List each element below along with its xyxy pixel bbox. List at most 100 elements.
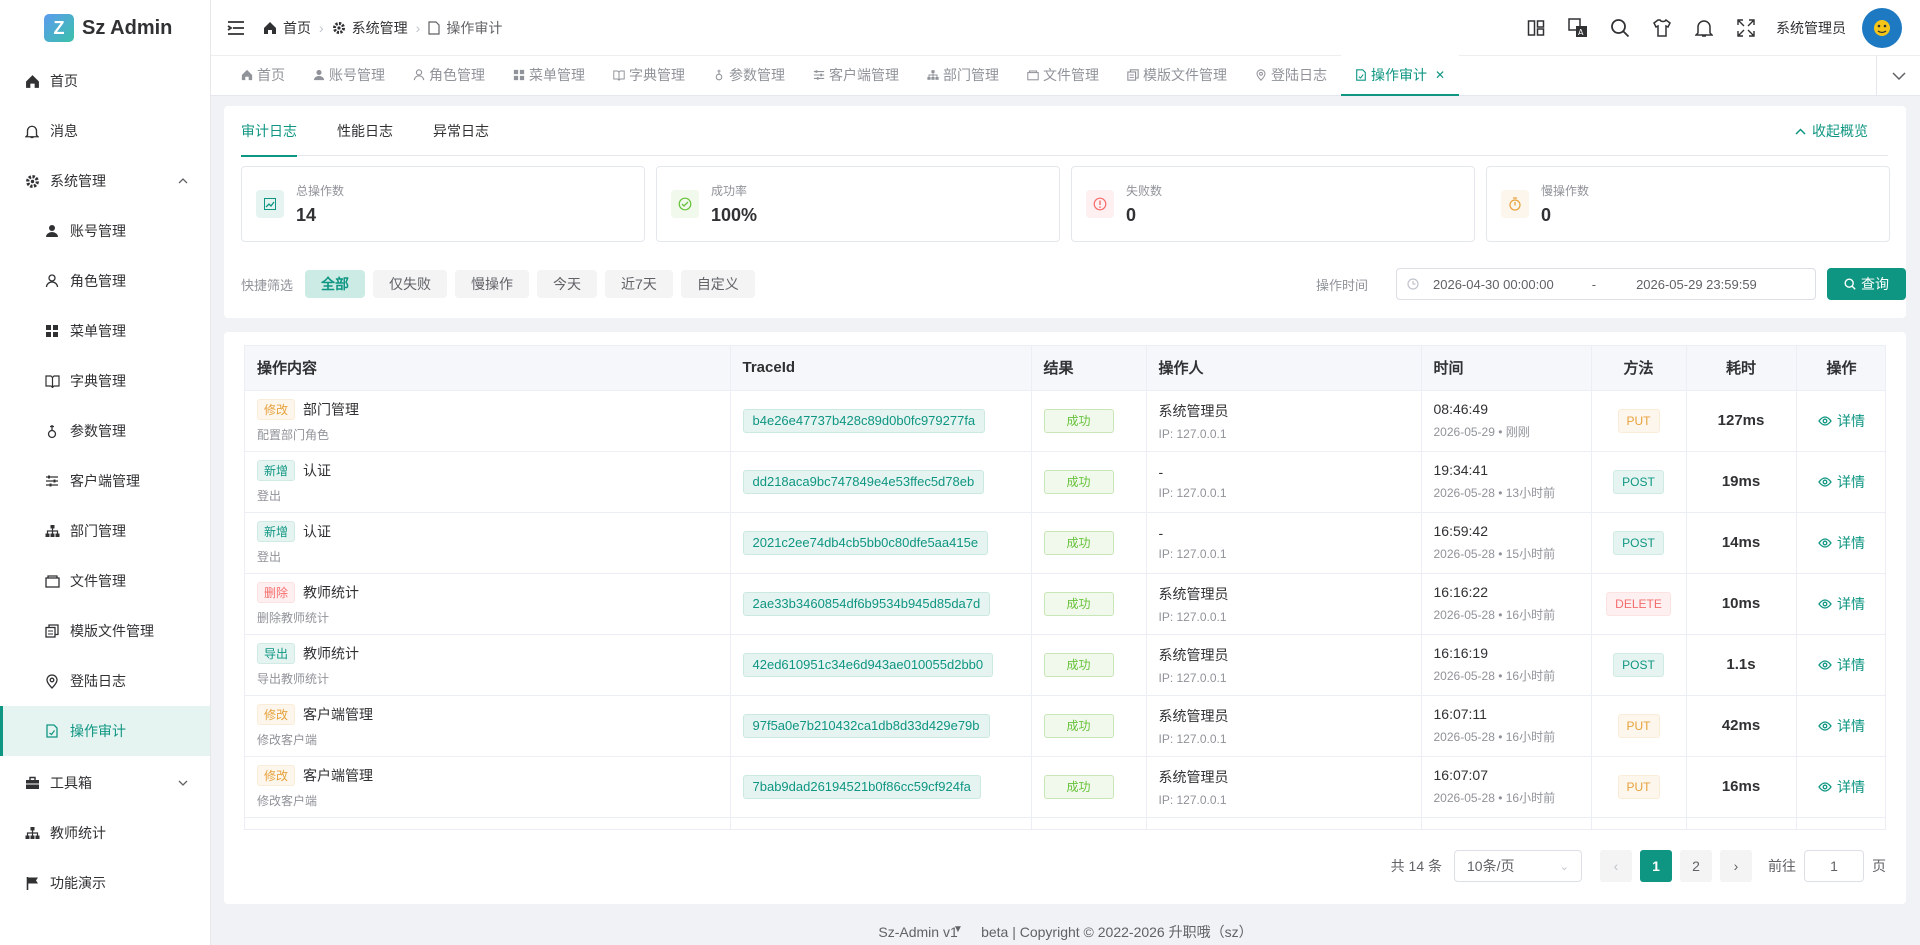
sidebar-item-10[interactable]: 文件管理 xyxy=(0,556,210,606)
table-row[interactable]: 修改 客户端管理 修改客户端 97f5a0e7b210432ca1db8d33d429… xyxy=(245,695,1885,757)
tab-6[interactable]: 客户端管理 xyxy=(799,55,913,95)
detail-button[interactable]: 详情 xyxy=(1818,411,1865,431)
sidebar-item-5[interactable]: 菜单管理 xyxy=(0,306,210,356)
sidebar-item-1[interactable]: 消息 xyxy=(0,106,210,156)
table-header: 操作内容 TraceId 结果 操作人 时间 方法 耗时 操作 xyxy=(245,346,1885,391)
trace-id[interactable]: 7bab9dad26194521b0f86cc59cf924fa xyxy=(742,774,981,799)
chevron-down-icon[interactable] xyxy=(1876,56,1920,96)
page-button-2[interactable]: 2 xyxy=(1680,850,1712,882)
fullscreen-icon[interactable] xyxy=(1736,18,1756,38)
tab-11[interactable]: 操作审计 ✕ xyxy=(1341,55,1460,96)
cell-result: 成功 xyxy=(1031,634,1147,696)
detail-button[interactable]: 详情 xyxy=(1818,655,1865,675)
cell-method: DELETE xyxy=(1591,573,1687,635)
trace-id[interactable]: dd218aca9bc747849e4e53ffec5d78eb xyxy=(742,469,985,494)
copy-icon xyxy=(44,623,60,639)
filter-chip-1[interactable]: 仅失败 xyxy=(373,270,448,298)
app-logo[interactable]: Z Sz Admin xyxy=(0,0,210,56)
tab-4[interactable]: 字典管理 xyxy=(599,55,699,95)
tab-performance-log[interactable]: 性能日志 xyxy=(337,106,393,156)
date-range-picker[interactable]: 2026-04-30 00:00:00 - 2026-05-29 23:59:5… xyxy=(1396,268,1816,300)
sidebar-item-14[interactable]: 工具箱 xyxy=(0,758,210,808)
sidebar-item-label: 客户端管理 xyxy=(70,473,140,489)
sidebar-item-0[interactable]: 首页 xyxy=(0,56,210,106)
user-name[interactable]: 系统管理员 xyxy=(1776,18,1846,38)
sidebar-item-7[interactable]: 参数管理 xyxy=(0,406,210,456)
sidebar-item-13[interactable]: 操作审计 xyxy=(0,706,210,756)
detail-button[interactable]: 详情 xyxy=(1818,533,1865,553)
page-button-1[interactable]: 1 xyxy=(1640,850,1672,882)
detail-button[interactable]: 详情 xyxy=(1818,716,1865,736)
table-row[interactable]: 新增 认证 登出 dd218aca9bc747849e4e53ffec5d78eb 成功… xyxy=(245,451,1885,513)
breadcrumb-item[interactable]: 系统管理 xyxy=(352,18,408,38)
filter-chip-0[interactable]: 全部 xyxy=(305,270,366,298)
sidebar-item-6[interactable]: 字典管理 xyxy=(0,356,210,406)
prev-page-button[interactable]: ‹ xyxy=(1600,850,1632,882)
operator-name: 系统管理员 xyxy=(1158,585,1229,602)
sidebar-item-12[interactable]: 登陆日志 xyxy=(0,656,210,706)
tab-5[interactable]: 参数管理 xyxy=(699,55,799,95)
tab-0[interactable]: 首页 xyxy=(227,55,299,95)
tab-9[interactable]: 模版文件管理 xyxy=(1113,55,1241,95)
tab-audit-log[interactable]: 审计日志 xyxy=(241,106,297,157)
trace-id[interactable]: 97f5a0e7b210432ca1db8d33d429e79b xyxy=(742,713,990,738)
page-size-select[interactable]: 10条/页 ⌄ xyxy=(1454,850,1582,882)
bell-icon[interactable] xyxy=(1694,18,1714,38)
avatar[interactable] xyxy=(1862,8,1902,48)
detail-button[interactable]: 详情 xyxy=(1818,594,1865,614)
param-icon xyxy=(44,423,60,439)
sidebar-item-16[interactable]: 功能演示 xyxy=(0,858,210,908)
stat-label: 慢操作数 xyxy=(1541,184,1590,198)
goto-page-input[interactable] xyxy=(1804,850,1864,882)
theme-icon[interactable] xyxy=(1652,18,1672,38)
tab-1[interactable]: 账号管理 xyxy=(299,55,399,95)
tab-8[interactable]: 文件管理 xyxy=(1013,55,1113,95)
table-row[interactable]: 新增 认证 登出 2021c2ee74db4cb5bb0c80dfe5aa415e 成功… xyxy=(245,512,1885,574)
trace-id[interactable]: 2021c2ee74db4cb5bb0c80dfe5aa415e xyxy=(742,530,989,555)
query-button[interactable]: 查询 xyxy=(1827,268,1906,300)
operation-line: 新增 认证 xyxy=(257,520,730,542)
sidebar-item-2[interactable]: 系统管理 xyxy=(0,156,210,206)
detail-button[interactable]: 详情 xyxy=(1818,777,1865,797)
trace-id[interactable]: b4e26e47737b428c89d0b0fc979277fa xyxy=(742,408,986,433)
detail-button[interactable]: 详情 xyxy=(1818,472,1865,492)
sidebar-item-3[interactable]: 账号管理 xyxy=(0,206,210,256)
start-date-input[interactable]: 2026-04-30 00:00:00 xyxy=(1433,277,1554,292)
table-row[interactable]: 删除 教师统计 删除教师统计 2ae33b3460854df6b9534b945d85… xyxy=(245,573,1885,635)
trace-id[interactable]: 2ae33b3460854df6b9534b945d85da7d xyxy=(742,591,991,616)
tab-2[interactable]: 角色管理 xyxy=(399,55,499,95)
table-row[interactable]: 修改 客户端管理 修改客户端 7bab9dad26194521b0f86cc59cf9… xyxy=(245,756,1885,818)
sidebar-item-15[interactable]: 教师统计 xyxy=(0,808,210,858)
close-icon[interactable]: ✕ xyxy=(1435,68,1445,82)
tab-10[interactable]: 登陆日志 xyxy=(1241,55,1341,95)
breadcrumb-item[interactable]: 首页 xyxy=(283,18,311,38)
tab-3[interactable]: 菜单管理 xyxy=(499,55,599,95)
tab-7[interactable]: 部门管理 xyxy=(913,55,1013,95)
collapse-overview-button[interactable]: 收起概览 xyxy=(1795,106,1868,156)
range-separator: - xyxy=(1591,276,1597,292)
fold-footer-icon[interactable]: ▼ xyxy=(953,924,967,938)
search-icon[interactable] xyxy=(1610,18,1630,38)
table-row[interactable]: 修改 xyxy=(245,817,1885,829)
menu-toggle-icon[interactable] xyxy=(227,20,245,36)
end-date-input[interactable]: 2026-05-29 23:59:59 xyxy=(1636,277,1757,292)
trace-id[interactable]: 42ed610951c34e6d943ae010055d2bb0 xyxy=(742,652,994,677)
table-row[interactable]: 修改 部门管理 配置部门角色 b4e26e47737b428c89d0b0fc9792… xyxy=(245,390,1885,452)
sidebar-item-4[interactable]: 角色管理 xyxy=(0,256,210,306)
translate-icon[interactable]: A xyxy=(1568,18,1588,38)
filter-chip-5[interactable]: 自定义 xyxy=(680,270,755,298)
filter-bar: 快捷筛选 全部 仅失败 慢操作 今天 近7天 自定义 操作时间 2026-04-30 00… xyxy=(241,266,1906,302)
column-header: 操作内容 xyxy=(245,346,731,391)
sidebar-item-9[interactable]: 部门管理 xyxy=(0,506,210,556)
table-row[interactable]: 导出 教师统计 导出教师统计 42ed610951c34e6d943ae010055d… xyxy=(245,634,1885,696)
filter-chip-4[interactable]: 近7天 xyxy=(605,270,673,298)
layout-icon[interactable] xyxy=(1526,18,1546,38)
next-page-button[interactable]: › xyxy=(1720,850,1752,882)
sidebar-item-8[interactable]: 客户端管理 xyxy=(0,456,210,506)
filter-chip-2[interactable]: 慢操作 xyxy=(455,270,530,298)
sidebar-item-11[interactable]: 模版文件管理 xyxy=(0,606,210,656)
operator-name: - xyxy=(1158,463,1164,480)
filter-chip-3[interactable]: 今天 xyxy=(537,270,598,298)
tab-exception-log[interactable]: 异常日志 xyxy=(433,106,489,156)
operation-type-badge: 新增 xyxy=(257,459,296,481)
